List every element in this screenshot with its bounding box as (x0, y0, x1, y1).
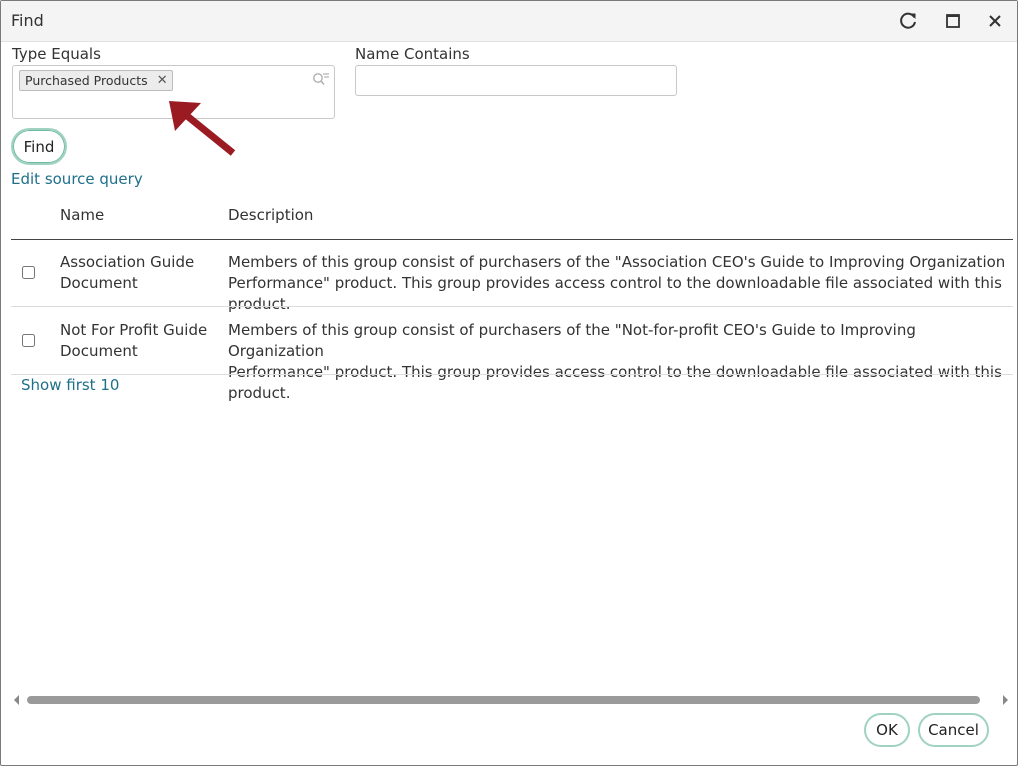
maximize-icon[interactable] (941, 9, 965, 33)
row-description-line: Members of this group consist of purchas… (228, 253, 1006, 271)
column-header-description[interactable]: Description (228, 206, 313, 224)
dialog-title: Find (11, 11, 44, 30)
scroll-right-arrow-icon[interactable] (1000, 694, 1010, 706)
search-list-icon[interactable] (312, 72, 330, 86)
row-name-line: Association Guide (60, 253, 195, 271)
title-bar: Find (1, 1, 1017, 42)
horizontal-scrollbar[interactable] (27, 696, 980, 704)
edit-source-query-link[interactable]: Edit source query (11, 170, 143, 188)
chip-remove-icon[interactable]: ✕ (157, 71, 168, 90)
row-description: Members of this group consist of purchas… (228, 320, 1013, 404)
row-name: Association Guide Document (60, 252, 220, 294)
name-contains-input[interactable] (355, 65, 677, 96)
scroll-left-arrow-icon[interactable] (12, 694, 22, 706)
close-icon[interactable] (983, 9, 1007, 33)
cancel-button[interactable]: Cancel (918, 713, 989, 747)
refresh-icon[interactable] (896, 9, 920, 33)
type-equals-label: Type Equals (12, 45, 101, 63)
find-dialog: Find Type Equals Purchased Products ✕ Na… (0, 0, 1018, 766)
row-name: Not For Profit Guide Document (60, 320, 220, 362)
name-contains-label: Name Contains (355, 45, 470, 63)
row-name-line: Not For Profit Guide (60, 321, 208, 339)
header-divider (11, 239, 1013, 240)
row-description-line: Performance" product. This group provide… (228, 274, 1002, 313)
row-divider (11, 374, 1013, 375)
row-checkbox[interactable] (22, 334, 35, 347)
row-description-line: Members of this group consist of purchas… (228, 321, 916, 360)
row-description-line: Performance" product. This group provide… (228, 363, 1002, 402)
type-chip-label: Purchased Products (25, 73, 148, 88)
row-checkbox[interactable] (22, 266, 35, 279)
find-button[interactable]: Find (11, 128, 67, 165)
annotation-arrow-icon (169, 101, 236, 156)
row-divider (11, 306, 1013, 307)
row-name-line: Document (60, 342, 138, 360)
type-chip: Purchased Products ✕ (19, 70, 173, 91)
ok-button[interactable]: OK (864, 713, 910, 747)
row-name-line: Document (60, 274, 138, 292)
column-header-name[interactable]: Name (60, 206, 104, 224)
show-first-link[interactable]: Show first 10 (21, 376, 119, 394)
